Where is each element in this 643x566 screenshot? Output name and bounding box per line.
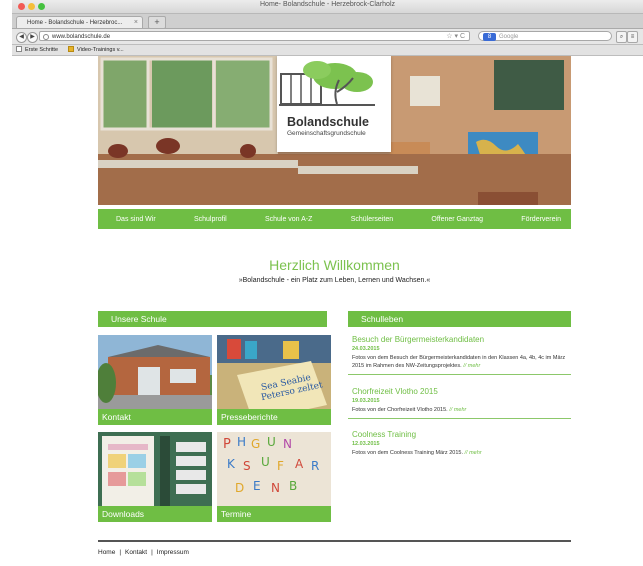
browser-tab-label: Home - Bolandschule - Herzebroc... <box>27 20 123 26</box>
nav-item-das-sind-wir[interactable]: Das sind Wir <box>116 216 156 223</box>
section-heading-unsere-schule: Unsere Schule <box>98 311 327 327</box>
separator: | <box>119 549 122 556</box>
title-bar: Home- Bolandschule - Herzebrock-Clarholz <box>12 0 643 14</box>
news-item: Chorfreizeit Vlotho 2015 19.03.2015 Foto… <box>348 387 571 419</box>
news-title[interactable]: Besuch der Bürgermeisterkandidaten <box>348 335 571 345</box>
news-text: Fotos von dem Besuch der Bürgermeisterka… <box>352 355 566 369</box>
address-bar-url: www.bolandschule.de <box>52 34 111 40</box>
website: Bolandschule Gemeinschaftsgrundschule Da… <box>98 56 571 566</box>
nav-item-schulprofil[interactable]: Schulprofil <box>194 216 227 223</box>
more-link[interactable]: // mehr <box>463 363 480 369</box>
back-arrow-icon[interactable]: ◀ <box>16 32 27 43</box>
svg-text:E: E <box>253 479 261 493</box>
tile-presseberichte[interactable]: Sea Seabie Peterso zeltet Presseberichte <box>217 335 331 425</box>
navigation-toolbar: ◀ ▶ www.bolandschule.de ☆ ▾ C 8 Google ⌕… <box>12 29 643 45</box>
browser-window: Home- Bolandschule - Herzebrock-Clarholz… <box>12 0 643 566</box>
tab-close-icon[interactable]: × <box>134 17 138 28</box>
svg-text:G: G <box>251 437 260 451</box>
tile-kontakt[interactable]: Kontakt <box>98 335 212 425</box>
bookmarks-bar: Erste Schritte Video-Trainings v... <box>12 45 643 56</box>
news-item: Coolness Training 12.03.2015 Fotos von d… <box>348 430 571 457</box>
logo-title: Bolandschule <box>287 115 369 129</box>
search-placeholder: Google <box>499 34 519 40</box>
page-icon <box>16 46 22 52</box>
tile-label: Kontakt <box>98 409 212 425</box>
nav-item-schuelerseiten[interactable]: Schülerseiten <box>351 216 393 223</box>
svg-text:R: R <box>311 459 319 473</box>
news-item: Besuch der Bürgermeisterkandidaten 24.03… <box>348 335 571 375</box>
main-navigation: Das sind Wir Schulprofil Schule von A-Z … <box>98 209 571 229</box>
nav-item-foerderverein[interactable]: Förderverein <box>521 216 561 223</box>
svg-text:N: N <box>283 437 292 451</box>
tile-label: Downloads <box>98 506 212 522</box>
svg-text:B: B <box>289 479 297 493</box>
footer-links: Home | Kontakt | Impressum <box>98 549 189 556</box>
footer-link-kontakt[interactable]: Kontakt <box>125 549 147 556</box>
bookmark-item[interactable]: Erste Schritte <box>16 45 58 55</box>
svg-text:P: P <box>223 437 231 452</box>
forward-arrow-icon[interactable]: ▶ <box>27 32 38 43</box>
more-link[interactable]: // mehr <box>465 450 482 456</box>
svg-text:S: S <box>243 459 251 473</box>
browser-tab[interactable]: Home - Bolandschule - Herzebroc... × <box>16 16 143 28</box>
tab-bar: Home - Bolandschule - Herzebroc... × + <box>12 14 643 29</box>
svg-text:K: K <box>227 457 236 471</box>
news-date: 12.03.2015 <box>352 441 380 447</box>
divider <box>348 418 571 419</box>
nav-item-schule-von-a-z[interactable]: Schule von A-Z <box>265 216 312 223</box>
search-input[interactable]: 8 Google <box>478 31 612 41</box>
more-link[interactable]: // mehr <box>449 407 466 413</box>
divider <box>348 374 571 375</box>
tile-termine[interactable]: P H G U N K S U F A R D E N B Termine <box>217 432 331 522</box>
news-text: Fotos von dem Coolness Training März 201… <box>352 450 482 456</box>
svg-text:A: A <box>295 457 304 471</box>
tagline: »Bolandschule - ein Platz zum Leben, Ler… <box>238 277 431 284</box>
footer-link-impressum[interactable]: Impressum <box>157 549 189 556</box>
tile-downloads[interactable]: Downloads <box>98 432 212 522</box>
news-date: 19.03.2015 <box>352 398 380 404</box>
separator: | <box>151 549 153 556</box>
section-heading-schulleben: Schulleben <box>348 311 571 327</box>
svg-text:U: U <box>267 435 276 449</box>
tree-school-logo-icon <box>279 61 375 106</box>
new-tab-button[interactable]: + <box>148 16 166 29</box>
school-logo[interactable]: Bolandschule Gemeinschaftsgrundschule <box>277 56 391 152</box>
globe-icon <box>43 34 49 40</box>
window-title: Home- Bolandschule - Herzebrock-Clarholz <box>260 1 395 8</box>
welcome-heading: Herzlich Willkommen <box>269 257 400 273</box>
svg-text:F: F <box>277 459 284 473</box>
nav-item-offener-ganztag[interactable]: Offener Ganztag <box>431 216 483 223</box>
news-date: 24.03.2015 <box>352 346 380 352</box>
svg-text:D: D <box>235 481 244 495</box>
tile-label: Termine <box>217 506 331 522</box>
footer-link-home[interactable]: Home <box>98 549 115 556</box>
news-title[interactable]: Coolness Training <box>348 430 571 440</box>
reload-icon[interactable]: ☆ ▾ C <box>446 32 465 42</box>
logo-subtitle: Gemeinschaftsgrundschule <box>287 130 366 137</box>
bookmark-item[interactable]: Video-Trainings v... <box>68 45 124 55</box>
footer-divider <box>98 540 571 542</box>
magnifier-icon[interactable]: ⌕ <box>616 31 627 43</box>
news-title[interactable]: Chorfreizeit Vlotho 2015 <box>348 387 571 397</box>
svg-text:N: N <box>271 481 280 495</box>
menu-icon[interactable]: ≡ <box>627 31 638 43</box>
address-bar[interactable]: www.bolandschule.de ☆ ▾ C <box>39 31 470 41</box>
hero-image: Bolandschule Gemeinschaftsgrundschule <box>98 56 571 205</box>
news-text: Fotos von der Chorfreizeit Vlotho 2015. … <box>352 407 467 413</box>
search-engine-icon[interactable]: 8 <box>483 33 496 41</box>
svg-text:H: H <box>237 435 246 449</box>
video-icon <box>68 46 74 52</box>
svg-text:U: U <box>261 455 270 469</box>
tile-label: Presseberichte <box>217 409 331 425</box>
